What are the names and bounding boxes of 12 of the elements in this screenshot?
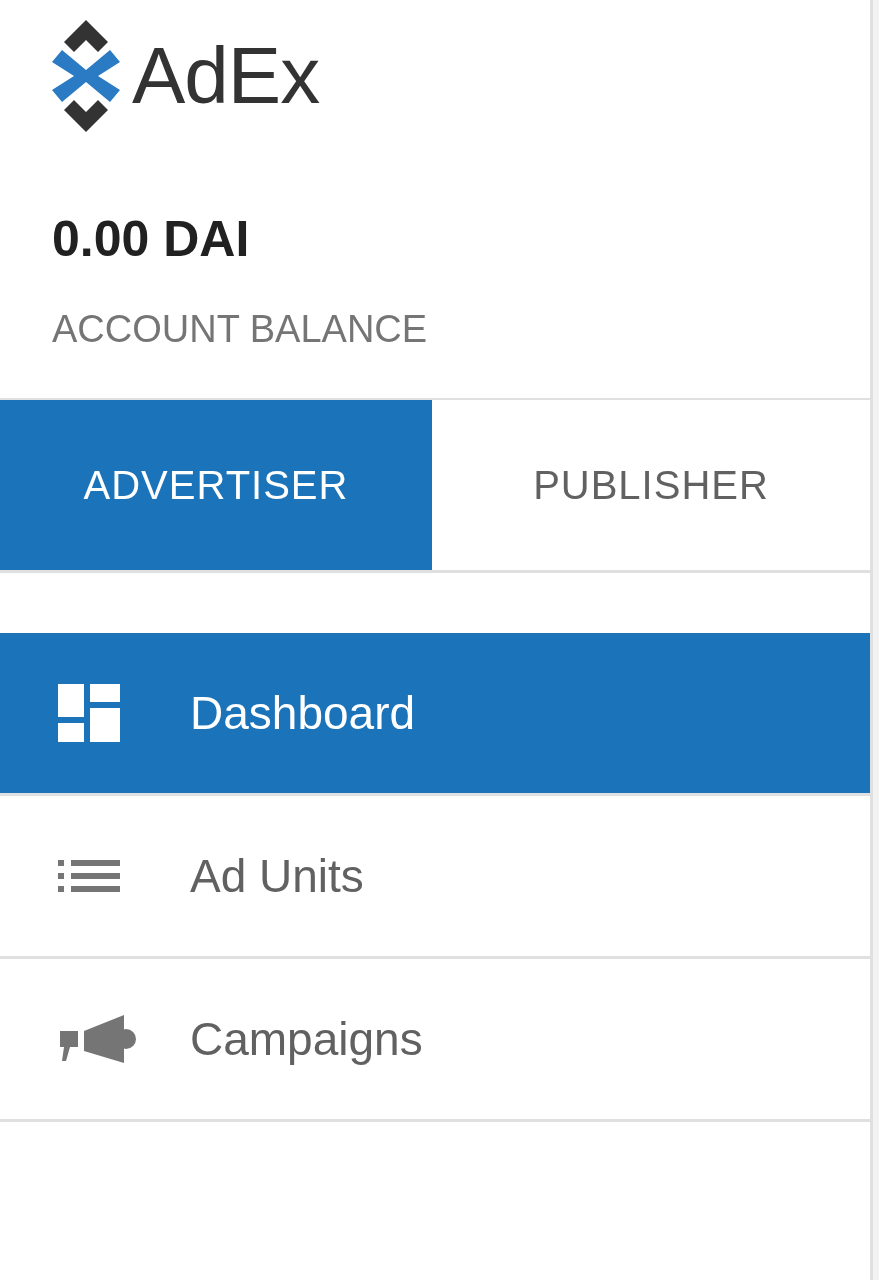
megaphone-icon [58, 1013, 138, 1065]
balance-amount: 0.00 DAI [52, 210, 250, 268]
menu-item-label: Ad Units [190, 849, 364, 903]
menu-item-label: Dashboard [190, 686, 416, 740]
list-icon [58, 860, 120, 892]
menu-item-label: Campaigns [190, 1012, 423, 1066]
logo-icon [50, 20, 122, 132]
role-tab[interactable]: ADVERTISER [0, 400, 432, 570]
balance-label: ACCOUNT BALANCE [52, 308, 428, 351]
dashboard-icon [58, 684, 120, 742]
menu-item[interactable]: Dashboard [0, 633, 870, 796]
logo-text: AdEx [132, 30, 320, 122]
